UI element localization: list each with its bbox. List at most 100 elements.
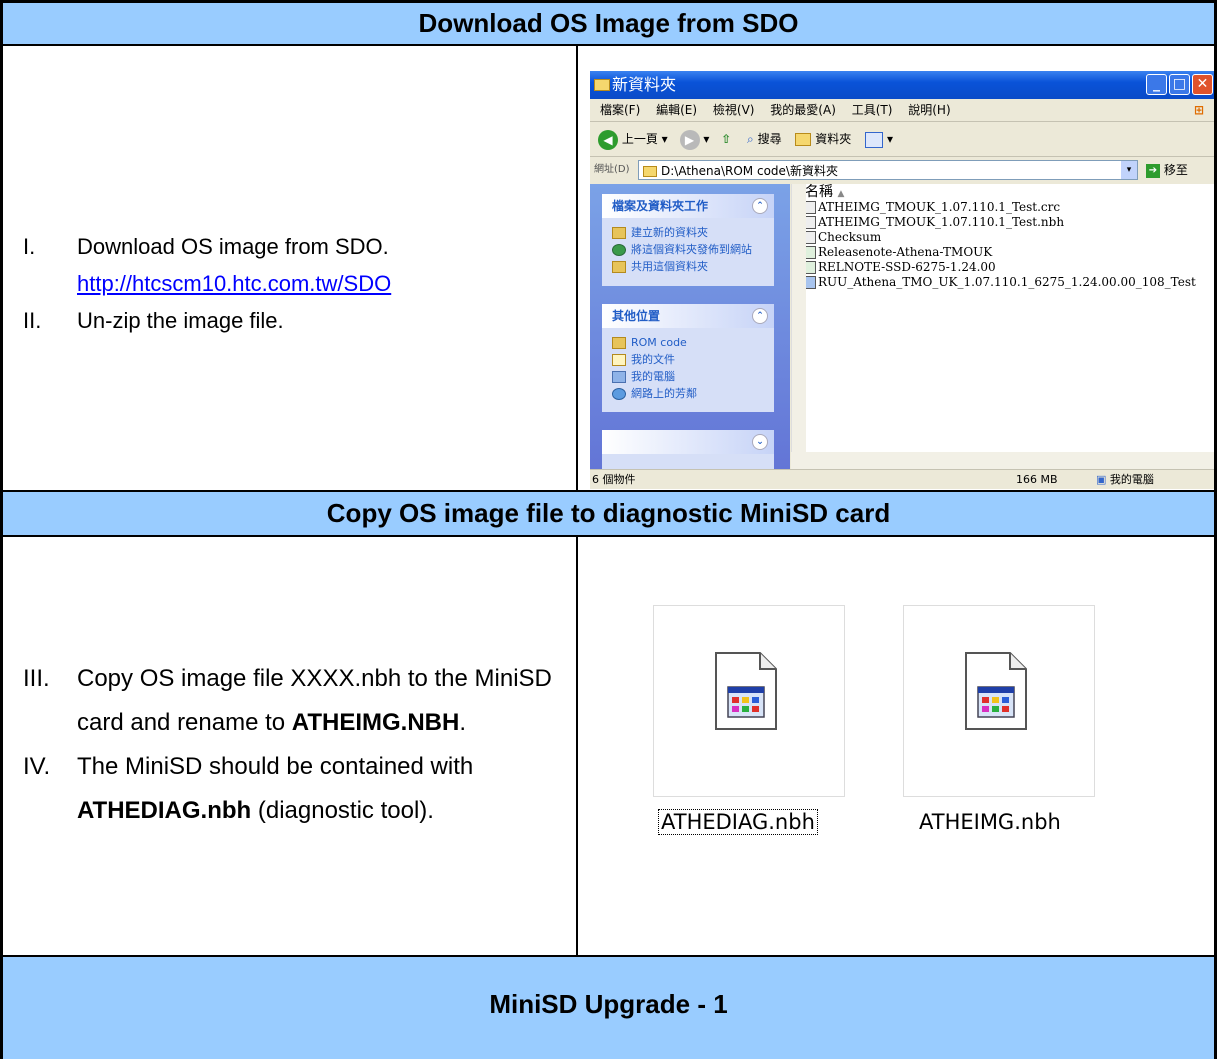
expand-icon[interactable]: ⌄ [752, 434, 768, 450]
search-button[interactable]: ⌕ 搜尋 [747, 132, 785, 146]
file-item[interactable]: RUU_Athena_TMO_UK_1.07.110.1_6275_1.24.0… [805, 275, 1196, 290]
address-bar: 網址(D) D:\Athena\ROM code\新資料夾 ▾ ➔ 移至 [590, 157, 1214, 183]
views-icon [865, 131, 884, 148]
sdo-link[interactable]: http://htcscm10.htc.com.tw/SDO [77, 271, 391, 296]
file-name-img[interactable]: ATHEIMG.nbh [919, 810, 1061, 834]
step-3: III. Copy OS image file XXXX.nbh to the … [3, 657, 574, 745]
explorer-window: 新資料夾 _ □ ✕ 檔案(F) 編輯(E) 檢視(V) 我的最愛(A) 工具(… [590, 71, 1214, 489]
file-icon [805, 201, 816, 214]
file-list: ATHEIMG_TMOUK_1.07.110.1_Test.crc ATHEIM… [805, 200, 1196, 290]
folder-icon [795, 133, 812, 146]
executable-icon [805, 276, 816, 289]
explorer-title: 新資料夾 [612, 75, 677, 94]
step-bold-text: ATHEIMG.NBH [291, 709, 460, 736]
close-button[interactable]: ✕ [1192, 74, 1213, 95]
folders-button[interactable]: 資料夾 [795, 132, 855, 146]
download-steps-list: I. Download OS image from SDO. http://ht… [3, 228, 573, 339]
menu-item-favorites[interactable]: 我的最愛(A) [770, 103, 836, 117]
copy-steps-cell: III. Copy OS image file XXXX.nbh to the … [3, 537, 576, 955]
task-item[interactable]: 將這個資料夾發佈到網站 [602, 241, 774, 258]
step-bold-text: ATHEDIAG.nbh [77, 797, 252, 824]
status-size: 166 MB [1016, 473, 1058, 486]
go-label: 移至 [1163, 163, 1188, 177]
folder-icon [643, 166, 657, 177]
task-panel-header[interactable]: 其他位置 ⌃ [602, 304, 774, 328]
file-item[interactable]: Releasenote-Athena-TMOUK [805, 245, 1196, 260]
status-bar: 6 個物件 166 MB ▣ 我的電腦 [590, 469, 1214, 489]
task-panel-header[interactable]: ⌄ [602, 430, 774, 454]
column-divider [576, 46, 578, 490]
menu-item-help[interactable]: 說明(H) [908, 103, 950, 117]
up-folder-icon[interactable]: ⇧ [721, 132, 731, 146]
go-arrow-icon: ➔ [1146, 163, 1160, 178]
download-steps-cell: I. Download OS image from SDO. http://ht… [3, 68, 578, 488]
file-item[interactable]: RELNOTE-SSD-6275-1.24.00 [805, 260, 1196, 275]
address-label: 網址(D) [594, 164, 630, 175]
share-icon [612, 261, 626, 273]
place-item[interactable]: ROM code [602, 334, 774, 351]
section-title: Download OS Image from SDO [418, 8, 799, 38]
menu-item-edit[interactable]: 編輯(E) [656, 103, 697, 117]
task-pane: 檔案及資料夾工作 ⌃ 建立新的資料夾 將這個資料夾發佈到網站 共用這個資料夾 其他… [590, 184, 790, 470]
copy-steps-list: III. Copy OS image file XXXX.nbh to the … [3, 657, 574, 833]
documents-icon [612, 354, 626, 366]
place-item[interactable]: 我的電腦 [602, 368, 774, 385]
maximize-button[interactable]: □ [1169, 74, 1190, 95]
address-field[interactable]: D:\Athena\ROM code\新資料夾 ▾ [638, 160, 1138, 180]
nbh-file-icon [965, 652, 1027, 730]
menu-item-view[interactable]: 檢視(V) [713, 103, 755, 117]
document-page: Download OS Image from SDO I. Download O… [0, 0, 1217, 1059]
task-panel-header[interactable]: 檔案及資料夾工作 ⌃ [602, 194, 774, 218]
task-item[interactable]: 建立新的資料夾 [602, 224, 774, 241]
place-item[interactable]: 網路上的芳鄰 [602, 385, 774, 402]
status-location: ▣ 我的電腦 [1096, 473, 1154, 486]
column-header-name[interactable]: 名稱 ▲ [805, 184, 844, 200]
task-item[interactable]: 共用這個資料夾 [602, 258, 774, 275]
horizontal-scrollbar[interactable] [791, 452, 1214, 469]
computer-icon [612, 371, 626, 383]
place-item[interactable]: 我的文件 [602, 351, 774, 368]
step-text: (diagnostic tool). [251, 797, 434, 824]
section-header-download: Download OS Image from SDO [3, 3, 1214, 46]
document-icon [805, 261, 816, 274]
step-text: The MiniSD should be contained with [77, 753, 474, 780]
back-button[interactable]: ◀ 上一頁 ▾ [598, 129, 672, 150]
section-header-footer: MiniSD Upgrade - 1 [3, 957, 1214, 1059]
network-icon [612, 388, 626, 400]
collapse-icon[interactable]: ⌃ [752, 308, 768, 324]
nbh-file-icon [715, 652, 777, 730]
go-button[interactable]: ➔ 移至 [1146, 157, 1188, 183]
views-button[interactable]: ▾ [865, 131, 893, 148]
step-number: IV. [23, 753, 51, 780]
computer-icon: ▣ [1096, 473, 1107, 486]
file-item[interactable]: ATHEIMG_TMOUK_1.07.110.1_Test.crc [805, 200, 1196, 215]
menu-bar: 檔案(F) 編輯(E) 檢視(V) 我的最愛(A) 工具(T) 說明(H) ⊞ [590, 99, 1214, 122]
folder-icon [612, 337, 626, 349]
file-item[interactable]: ATHEIMG_TMOUK_1.07.110.1_Test.nbh [805, 215, 1196, 230]
back-arrow-icon: ◀ [598, 129, 618, 150]
collapse-icon[interactable]: ⌃ [752, 198, 768, 214]
file-name-diag[interactable]: ATHEDIAG.nbh [658, 809, 818, 835]
file-icon [805, 231, 816, 244]
folders-label: 資料夾 [815, 132, 852, 146]
dropdown-arrow-icon[interactable]: ▾ [1121, 161, 1137, 179]
search-label: 搜尋 [757, 132, 782, 146]
publish-icon [612, 244, 626, 256]
back-label: 上一頁 [621, 132, 658, 146]
menu-item-tools[interactable]: 工具(T) [852, 103, 893, 117]
task-panel-other: 其他位置 ⌃ ROM code 我的文件 我的電腦 網路上的芳鄰 [602, 304, 774, 412]
toolbar: ◀ 上一頁 ▾ ▶ ▾ ⇧ ⌕ 搜尋 資料夾 ▾ [590, 122, 1214, 157]
forward-arrow-icon: ▶ [679, 129, 700, 150]
new-folder-icon [612, 227, 626, 239]
vertical-scrollbar[interactable] [791, 184, 806, 452]
forward-button[interactable]: ▶ ▾ [679, 129, 714, 150]
footer-title: MiniSD Upgrade - 1 [489, 989, 728, 1019]
minimize-button[interactable]: _ [1146, 74, 1167, 95]
menu-item-file[interactable]: 檔案(F) [600, 103, 640, 117]
address-value: D:\Athena\ROM code\新資料夾 [661, 164, 838, 178]
file-item[interactable]: Checksum [805, 230, 1196, 245]
folder-icon [594, 79, 610, 91]
file-icon [805, 216, 816, 229]
file-tile-img[interactable] [903, 605, 1095, 797]
file-tile-diag[interactable] [653, 605, 845, 797]
